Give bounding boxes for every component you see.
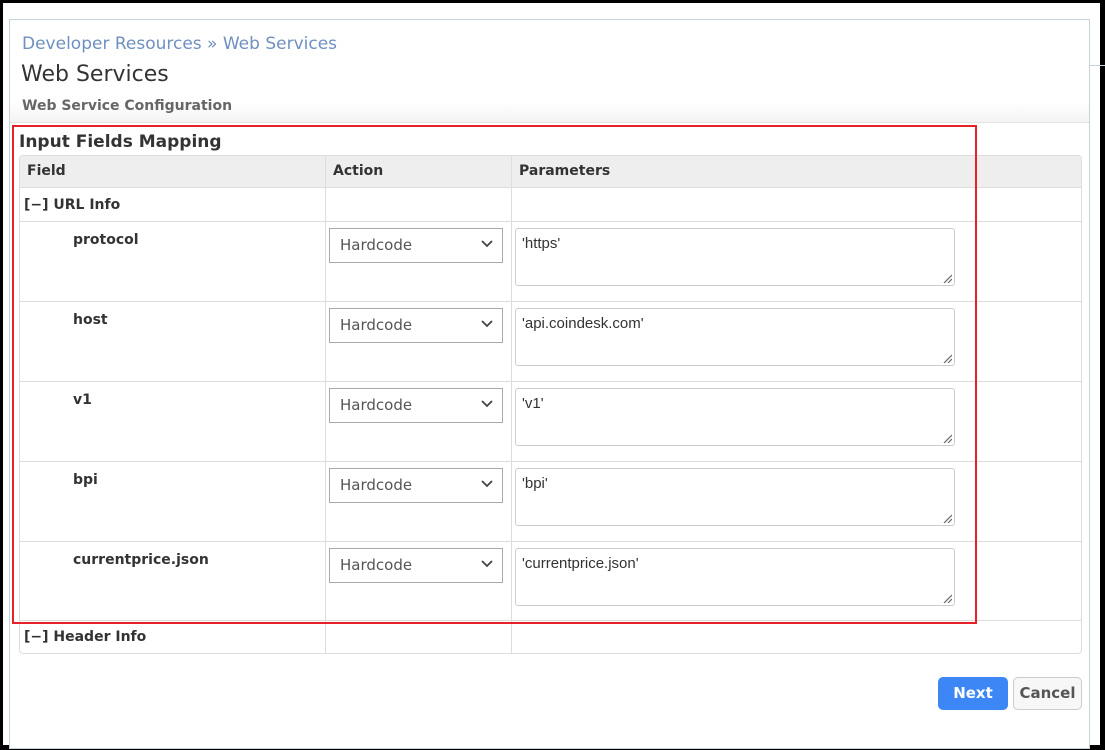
page-header: Developer Resources » Web Services Web S… (10, 20, 1089, 123)
next-button[interactable]: Next (938, 677, 1008, 710)
page-title: Web Services (21, 62, 169, 87)
group-toggle-header-info[interactable]: [−] Header Info (24, 629, 146, 645)
highlight-box (12, 125, 977, 624)
cancel-button[interactable]: Cancel (1013, 677, 1082, 710)
page-subtitle: Web Service Configuration (22, 98, 233, 114)
breadcrumb[interactable]: Developer Resources » Web Services (22, 34, 337, 54)
divider (1090, 65, 1105, 66)
